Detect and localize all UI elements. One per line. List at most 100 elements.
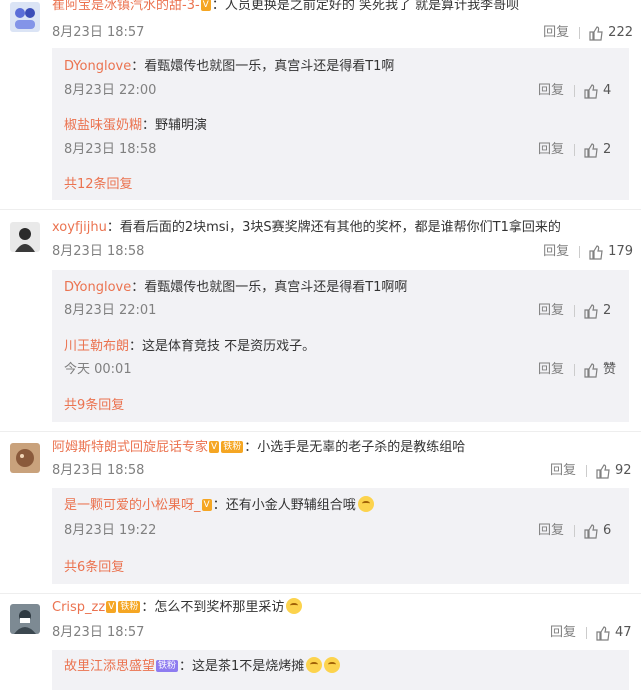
user-badge: V bbox=[200, 0, 211, 11]
divider bbox=[574, 85, 575, 97]
fan-badge: 铁粉 bbox=[156, 660, 179, 672]
more-replies-link[interactable]: 共12条回复 bbox=[64, 175, 133, 195]
reply-button[interactable]: 回复 bbox=[538, 521, 564, 541]
reply-username[interactable]: 川王勒布朗 bbox=[64, 339, 129, 354]
reply-button[interactable]: 回复 bbox=[538, 140, 564, 160]
like-count: 6 bbox=[603, 523, 612, 538]
reply-username[interactable]: DYonglove bbox=[64, 59, 131, 74]
comment-time: 8月23日 18:58 bbox=[52, 244, 145, 259]
user-badge: V bbox=[209, 441, 220, 453]
replies-panel: DYonglove：看甄嬛传也就图一乐，真宫斗还是得看T1啊啊 8月23日 22… bbox=[52, 270, 629, 422]
reply-actions: 回复 4 bbox=[538, 81, 621, 101]
comment-time: 8月23日 18:58 bbox=[52, 463, 145, 478]
reply-text: ：看甄嬛传也就图一乐，真宫斗还是得看T1啊啊 bbox=[131, 280, 408, 295]
reply-actions: 回复 2 bbox=[538, 140, 621, 160]
divider bbox=[586, 465, 587, 477]
thumb-up-icon[interactable] bbox=[583, 362, 599, 378]
reply-line: 川王勒布朗：这是体育竞技 不是资历戏子。 bbox=[64, 337, 315, 357]
reply-text: ：野辅明演 bbox=[142, 118, 208, 133]
emoji-icon bbox=[324, 657, 341, 673]
reply-actions: 回复 6 bbox=[538, 521, 621, 541]
comment-line: 崔阿宝是冰镇汽水的甜-3- V ：人员更换是之前定好的 笑死我了 就是算计我李哥呗 bbox=[52, 0, 519, 16]
comment-username[interactable]: xoyfjijhu bbox=[52, 220, 107, 235]
replies-panel: 故里江添思盛望 铁粉 ：这是茶1不是烧烤摊 bbox=[52, 650, 629, 690]
comment-text: ：怎么不到奖杯那里采访 bbox=[141, 600, 285, 615]
comment-line: 阿姆斯特朗式回旋屁话专家 V 铁粉 ：小选手是无辜的老子杀的是教练组哈 bbox=[52, 438, 465, 458]
divider bbox=[0, 431, 641, 432]
reply-username[interactable]: DYonglove bbox=[64, 280, 131, 295]
thumb-up-icon[interactable] bbox=[588, 25, 604, 41]
emoji-icon bbox=[286, 598, 303, 614]
reply-text: ：还有小金人野辅组合哦 bbox=[212, 498, 356, 513]
like-count: 2 bbox=[603, 303, 612, 318]
emoji-icon bbox=[357, 496, 374, 512]
comment-username[interactable]: Crisp_zz bbox=[52, 600, 105, 615]
user-badge: V bbox=[201, 499, 212, 511]
like-count: 4 bbox=[603, 83, 612, 98]
reply-line: 椒盐味蛋奶糊：野辅明演 bbox=[64, 116, 207, 136]
replies-panel: 是一颗可爱的小松果呀_ V ：还有小金人野辅组合哦 8月23日 19:22 回复 6 … bbox=[52, 488, 629, 584]
like-count: 92 bbox=[615, 463, 632, 478]
thumb-up-icon[interactable] bbox=[595, 463, 611, 479]
comment-text: ：人员更换是之前定好的 笑死我了 就是算计我李哥呗 bbox=[211, 0, 520, 13]
divider bbox=[0, 593, 641, 594]
thumb-up-icon[interactable] bbox=[595, 625, 611, 641]
avatar[interactable] bbox=[10, 2, 40, 32]
comment-actions: 回复 179 bbox=[543, 242, 633, 262]
like-count: 179 bbox=[608, 244, 633, 259]
thumb-up-icon[interactable] bbox=[583, 523, 599, 539]
thumb-up-icon[interactable] bbox=[583, 142, 599, 158]
avatar[interactable] bbox=[10, 222, 40, 252]
more-replies-link[interactable]: 共6条回复 bbox=[64, 558, 124, 578]
more-replies-link[interactable]: 共9条回复 bbox=[64, 396, 124, 416]
like-count: 47 bbox=[615, 625, 632, 640]
divider bbox=[574, 144, 575, 156]
reply-button[interactable]: 回复 bbox=[543, 242, 569, 262]
comment-line: Crisp_zz V 铁粉 ：怎么不到奖杯那里采访 bbox=[52, 598, 303, 618]
comment-username[interactable]: 阿姆斯特朗式回旋屁话专家 bbox=[52, 440, 208, 455]
reply-text: ：看甄嬛传也就图一乐，真宫斗还是得看T1啊 bbox=[131, 59, 395, 74]
reply-username[interactable]: 故里江添思盛望 bbox=[64, 659, 155, 674]
comment-text: ：小选手是无辜的老子杀的是教练组哈 bbox=[244, 440, 466, 455]
reply-button[interactable]: 回复 bbox=[550, 461, 576, 481]
thumb-up-icon[interactable] bbox=[583, 303, 599, 319]
avatar[interactable] bbox=[10, 443, 40, 473]
reply-button[interactable]: 回复 bbox=[538, 301, 564, 321]
reply-line: DYonglove：看甄嬛传也就图一乐，真宫斗还是得看T1啊啊 bbox=[64, 278, 407, 298]
divider bbox=[579, 246, 581, 258]
reply-line: 是一颗可爱的小松果呀_ V ：还有小金人野辅组合哦 bbox=[64, 496, 374, 516]
comment-actions: 回复 222 bbox=[543, 23, 633, 43]
reply-time: 8月23日 18:58 bbox=[64, 142, 157, 157]
reply-button[interactable]: 回复 bbox=[538, 360, 564, 380]
user-badge: V bbox=[106, 601, 117, 613]
thumb-up-icon[interactable] bbox=[583, 83, 599, 99]
divider bbox=[574, 364, 575, 376]
reply-time: 今天 00:01 bbox=[64, 362, 132, 377]
reply-actions: 回复 2 bbox=[538, 301, 621, 321]
reply-time: 8月23日 19:22 bbox=[64, 523, 157, 538]
comment-text: ：看看后面的2块msi，3块S赛奖牌还有其他的奖杯，都是谁帮你们T1拿回来的 bbox=[106, 220, 561, 235]
divider bbox=[574, 525, 575, 537]
avatar[interactable] bbox=[10, 604, 40, 634]
divider bbox=[586, 627, 587, 639]
comment-actions: 回复 92 bbox=[550, 461, 633, 481]
divider bbox=[574, 305, 575, 317]
reply-button[interactable]: 回复 bbox=[538, 81, 564, 101]
reply-time: 8月23日 22:00 bbox=[64, 83, 157, 98]
comment-username[interactable]: 崔阿宝是冰镇汽水的甜-3- bbox=[52, 0, 200, 13]
like-count: 222 bbox=[608, 25, 633, 40]
comment-actions: 回复 47 bbox=[550, 623, 633, 643]
reply-username[interactable]: 椒盐味蛋奶糊 bbox=[64, 118, 142, 133]
reply-username[interactable]: 是一颗可爱的小松果呀_ bbox=[64, 498, 201, 513]
reply-button[interactable]: 回复 bbox=[543, 23, 569, 43]
reply-line: DYonglove：看甄嬛传也就图一乐，真宫斗还是得看T1啊 bbox=[64, 57, 394, 77]
thumb-up-icon[interactable] bbox=[588, 244, 604, 260]
divider bbox=[579, 27, 581, 39]
comment-time: 8月23日 18:57 bbox=[52, 625, 145, 640]
like-label: 赞 bbox=[603, 362, 617, 377]
reply-button[interactable]: 回复 bbox=[550, 623, 576, 643]
reply-actions: 回复 赞 bbox=[538, 360, 621, 380]
reply-text: ：这是茶1不是烧烤摊 bbox=[179, 659, 305, 674]
divider bbox=[0, 209, 641, 210]
like-count: 2 bbox=[603, 142, 612, 157]
